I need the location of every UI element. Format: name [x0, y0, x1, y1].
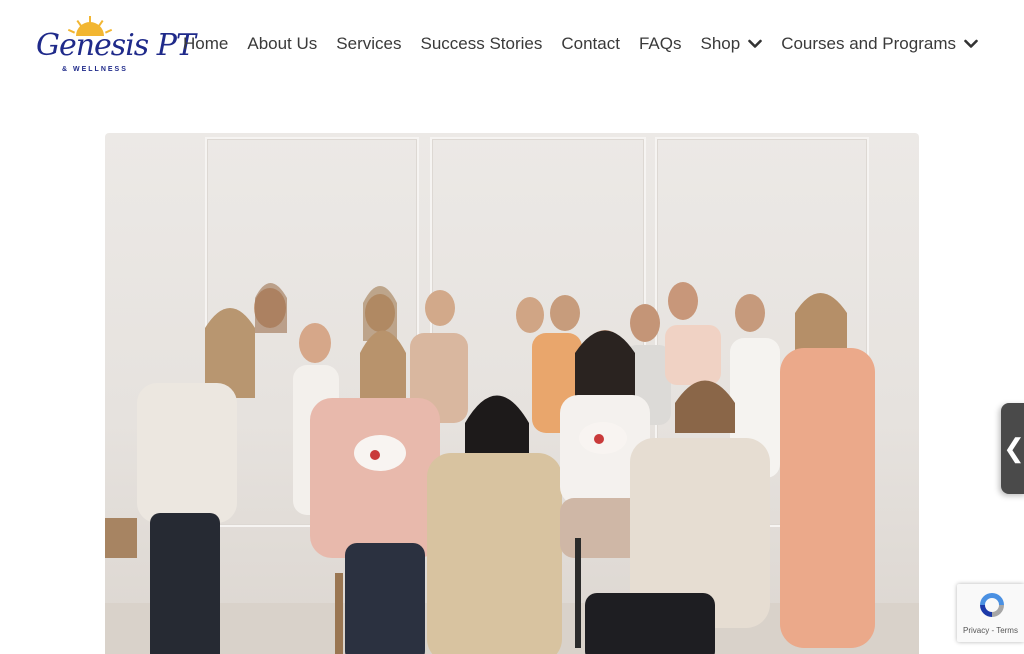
- recaptcha-badge[interactable]: Privacy - Terms: [957, 584, 1024, 642]
- nav-shop[interactable]: Shop: [700, 34, 762, 54]
- side-panel-toggle[interactable]: ❮: [1001, 403, 1024, 494]
- logo-tagline: & WELLNESS: [62, 66, 128, 73]
- nav-faqs[interactable]: FAQs: [639, 34, 682, 54]
- chevron-left-icon: ❮: [1003, 433, 1024, 463]
- group-figures: [105, 282, 875, 654]
- nav-success-stories[interactable]: Success Stories: [420, 34, 542, 54]
- chevron-down-icon: [964, 39, 978, 48]
- recaptcha-links[interactable]: Privacy - Terms: [963, 626, 1018, 635]
- nav-label: FAQs: [638, 34, 682, 53]
- nav-label: Courses and Programs: [781, 34, 956, 53]
- site-header: Genesis PT & WELLNESS Home About Us Serv…: [0, 0, 1024, 90]
- nav-courses-and-programs[interactable]: Courses and Programs: [781, 34, 978, 54]
- chevron-down-icon: [748, 39, 762, 48]
- nav-label: Contact: [561, 34, 620, 53]
- recaptcha-icon: [980, 593, 1004, 617]
- nav-home[interactable]: Home: [183, 34, 228, 54]
- main-nav: Home About Us Services Success Stories C…: [183, 34, 997, 54]
- site-logo[interactable]: Genesis PT & WELLNESS: [34, 14, 196, 78]
- nav-services[interactable]: Services: [336, 34, 401, 54]
- nav-label: About Us: [247, 34, 318, 53]
- nav-label: Services: [336, 34, 402, 53]
- team-photo: [105, 133, 919, 654]
- logo-wordmark: Genesis PT: [36, 28, 196, 63]
- nav-contact[interactable]: Contact: [561, 34, 620, 54]
- nav-label: Shop: [700, 34, 741, 53]
- nav-label: Success Stories: [420, 34, 543, 53]
- nav-label: Home: [183, 34, 229, 53]
- nav-about-us[interactable]: About Us: [247, 34, 317, 54]
